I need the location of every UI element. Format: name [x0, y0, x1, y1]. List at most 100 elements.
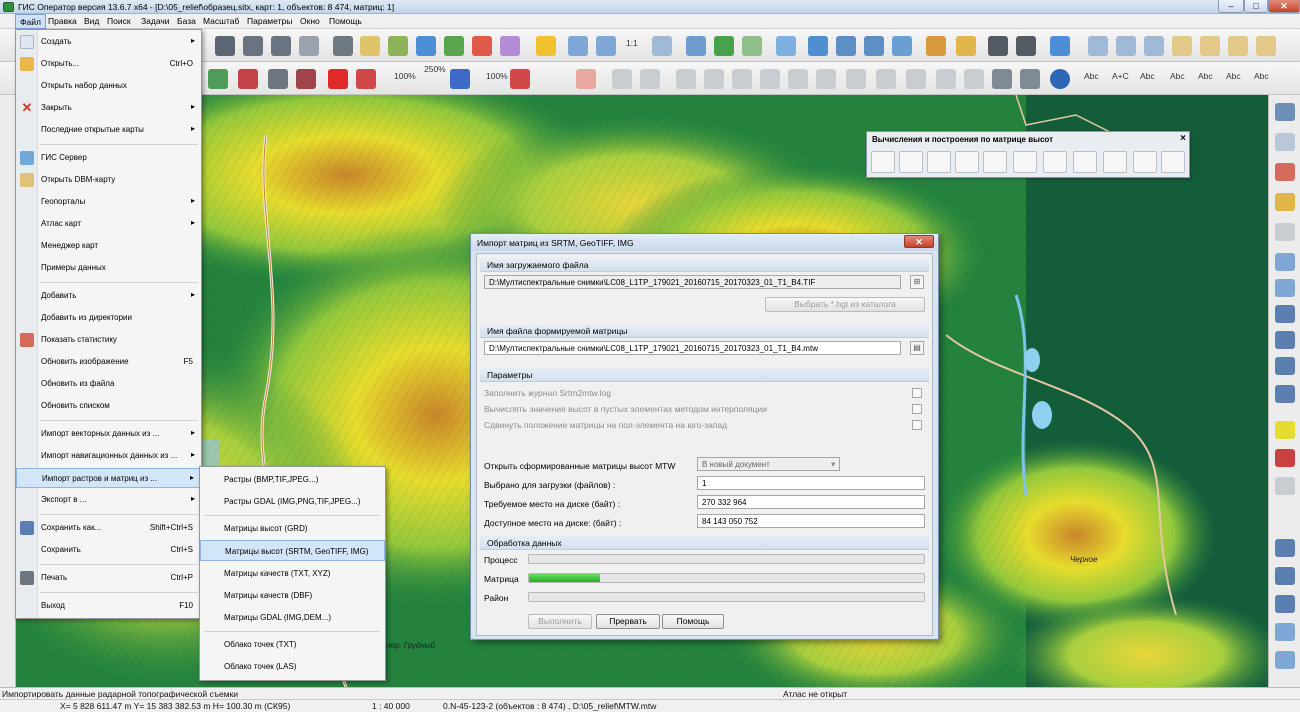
- zones-icon[interactable]: [983, 151, 1007, 173]
- menu-item-create[interactable]: Создать ▸: [16, 32, 201, 52]
- submenu-item-quality-dbf[interactable]: Матрицы качеств (DBF): [200, 585, 385, 606]
- menu-item-refresh-file[interactable]: Обновить из файла: [16, 374, 201, 394]
- submenu-item-matrix-gdal[interactable]: Матрицы GDAL (IMG,DEM...): [200, 607, 385, 628]
- menu-item-import-nav[interactable]: Импорт навигационных данных из ... ▸: [16, 446, 201, 466]
- split-icon[interactable]: [238, 69, 258, 89]
- arrows-icon[interactable]: [208, 69, 228, 89]
- tool-line-b-icon[interactable]: [1275, 331, 1295, 349]
- relief-build-icon[interactable]: [1161, 151, 1185, 173]
- run-button[interactable]: Выполнить: [528, 614, 592, 629]
- tool-line-icon[interactable]: [1275, 305, 1295, 323]
- tool-select-icon[interactable]: [1275, 133, 1295, 151]
- pct-100-label[interactable]: 100%: [394, 71, 416, 81]
- brush-b-icon[interactable]: [1200, 36, 1220, 56]
- close-window-button[interactable]: ✕: [1268, 0, 1300, 13]
- tool-graph-icon[interactable]: [1275, 539, 1295, 557]
- lightning-icon[interactable]: [536, 36, 556, 56]
- cut-icon[interactable]: [296, 69, 316, 89]
- section-icon[interactable]: [927, 151, 951, 173]
- tool-cloud-b-icon[interactable]: [1275, 279, 1295, 297]
- text-info-icon[interactable]: [1020, 69, 1040, 89]
- layer-blue-icon[interactable]: [836, 36, 856, 56]
- delete-object-icon[interactable]: [472, 36, 492, 56]
- scatter-icon[interactable]: [640, 69, 660, 89]
- slope-map-icon[interactable]: [1133, 151, 1157, 173]
- brush-icon[interactable]: [1172, 36, 1192, 56]
- grid-edit-icon[interactable]: [1116, 36, 1136, 56]
- menu-item-refresh-image[interactable]: Обновить изображение F5: [16, 352, 201, 372]
- slope-icon[interactable]: [899, 151, 923, 173]
- tool-graph-c-icon[interactable]: [1275, 595, 1295, 613]
- menu-item-map-manager[interactable]: Менеджер карт: [16, 236, 201, 256]
- wave-icon[interactable]: [612, 69, 632, 89]
- move-object-icon[interactable]: [444, 36, 464, 56]
- menu-item-exit[interactable]: Выход F10: [16, 596, 201, 616]
- menu-scale[interactable]: Масштаб: [199, 14, 243, 29]
- surface-icon[interactable]: [1073, 151, 1097, 173]
- label-d-icon[interactable]: [760, 69, 780, 89]
- tool-xyh-icon[interactable]: [1275, 477, 1295, 495]
- nav-circle-icon[interactable]: [1050, 69, 1070, 89]
- binoculars-a-icon[interactable]: [243, 36, 263, 56]
- binoculars-c-icon[interactable]: [299, 36, 319, 56]
- label-a-icon[interactable]: [676, 69, 696, 89]
- dialog-close-button[interactable]: ✕: [904, 235, 934, 248]
- minimize-button[interactable]: –: [1218, 0, 1244, 13]
- menu-item-export[interactable]: Экспорт в ... ▸: [16, 490, 201, 510]
- layer-text-icon[interactable]: [892, 36, 912, 56]
- menu-item-atlas[interactable]: Атлас карт ▸: [16, 214, 201, 234]
- submenu-item-cloud-las[interactable]: Облако точек (LAS): [200, 656, 385, 677]
- menu-item-save[interactable]: Сохранить Ctrl+S: [16, 540, 201, 560]
- flags-icon[interactable]: [356, 69, 376, 89]
- menu-item-print[interactable]: Печать Ctrl+P: [16, 568, 201, 588]
- submenu-item-raster[interactable]: Растры (BMP,TIF,JPEG...): [200, 469, 385, 490]
- printer-setup-icon[interactable]: [1016, 36, 1036, 56]
- paint-icon[interactable]: [926, 36, 946, 56]
- help-pointer-icon[interactable]: [1050, 36, 1070, 56]
- profile-icon[interactable]: [871, 151, 895, 173]
- abc-strike-label[interactable]: Abc: [1170, 71, 1185, 81]
- label-b-icon[interactable]: [704, 69, 724, 89]
- pct-100b-label[interactable]: 100%: [486, 71, 508, 81]
- abc-edit-label[interactable]: Abc: [1140, 71, 1155, 81]
- brush-c-icon[interactable]: [1228, 36, 1248, 56]
- label-c-icon[interactable]: [732, 69, 752, 89]
- text-edit-icon[interactable]: [992, 69, 1012, 89]
- menu-parameters[interactable]: Параметры: [243, 14, 296, 29]
- menu-window[interactable]: Окно: [296, 14, 324, 29]
- grid-add-icon[interactable]: [1144, 36, 1164, 56]
- menu-database[interactable]: База: [173, 14, 200, 29]
- back-arrow-icon[interactable]: [742, 36, 762, 56]
- tool-cloud-c-icon[interactable]: [1275, 623, 1295, 641]
- zoom-out-icon[interactable]: [568, 36, 588, 56]
- label-j-icon[interactable]: [936, 69, 956, 89]
- tool-graph-b-icon[interactable]: [1275, 567, 1295, 585]
- submenu-item-quality-txt[interactable]: Матрицы качеств (TXT, XYZ): [200, 563, 385, 584]
- opt-shift-checkbox[interactable]: [912, 420, 922, 430]
- label-h-icon[interactable]: [876, 69, 896, 89]
- flood-icon[interactable]: [1013, 151, 1037, 173]
- chevron-down-icon[interactable]: ▾: [831, 459, 835, 470]
- help-button[interactable]: Помощь: [662, 614, 724, 629]
- tool-network-icon[interactable]: [1275, 449, 1295, 467]
- grid-select-icon[interactable]: [1088, 36, 1108, 56]
- menu-item-gis-server[interactable]: ГИС Сервер: [16, 148, 201, 168]
- menu-item-import-raster[interactable]: Импорт растров и матриц из ... ▸: [16, 468, 201, 488]
- menu-item-save-as[interactable]: Сохранить как... Shift+Ctrl+S: [16, 518, 201, 538]
- menu-item-geoportals[interactable]: Геопорталы ▸: [16, 192, 201, 212]
- menu-item-dbm[interactable]: Открыть DBM-карту: [16, 170, 201, 190]
- cursor-icon[interactable]: [776, 36, 796, 56]
- submenu-item-matrix-srtm[interactable]: Матрицы высот (SRTM, GeoTIFF, IMG): [200, 540, 385, 561]
- tool-torch-icon[interactable]: [1275, 193, 1295, 211]
- abc-up-label[interactable]: Abc: [1198, 71, 1213, 81]
- layer-edit-icon[interactable]: [864, 36, 884, 56]
- menu-file[interactable]: Файл: [15, 14, 46, 29]
- select-object-icon[interactable]: [360, 36, 380, 56]
- globe-icon[interactable]: [808, 36, 828, 56]
- tool-shape-icon[interactable]: [1275, 163, 1295, 181]
- target-path-field[interactable]: D:\Мултиспектральные снимки\LC08_L1TP_17…: [484, 341, 901, 355]
- red-square-icon[interactable]: [328, 69, 348, 89]
- tool-cloud-icon[interactable]: [1275, 253, 1295, 271]
- calc-panel-close-button[interactable]: ×: [1177, 133, 1189, 145]
- menu-search[interactable]: Поиск: [103, 14, 135, 29]
